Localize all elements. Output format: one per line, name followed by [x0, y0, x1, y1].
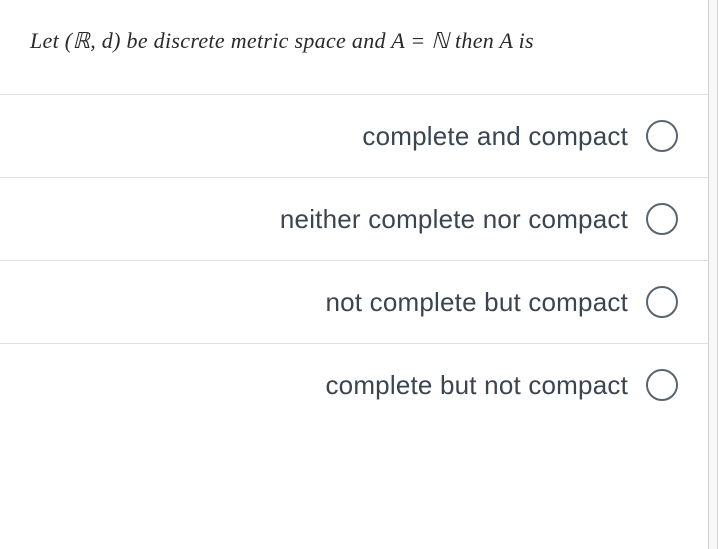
- options-list: complete and compact neither complete no…: [0, 94, 708, 426]
- real-symbol: ℝ: [72, 28, 90, 53]
- quiz-container: Let (ℝ, d) be discrete metric space and …: [0, 0, 718, 549]
- question-mid1: , d) be discrete metric space and A =: [90, 28, 431, 53]
- radio-icon[interactable]: [646, 203, 678, 235]
- question-suffix: then A is: [449, 28, 534, 53]
- option-row[interactable]: complete but not compact: [0, 343, 708, 426]
- option-row[interactable]: complete and compact: [0, 94, 708, 177]
- option-label: complete but not compact: [325, 370, 628, 401]
- option-row[interactable]: not complete but compact: [0, 260, 708, 343]
- natural-symbol: ℕ: [431, 28, 449, 53]
- option-row[interactable]: neither complete nor compact: [0, 177, 708, 260]
- radio-icon[interactable]: [646, 286, 678, 318]
- option-label: complete and compact: [362, 121, 628, 152]
- content-area: Let (ℝ, d) be discrete metric space and …: [0, 0, 708, 549]
- radio-icon[interactable]: [646, 369, 678, 401]
- radio-icon[interactable]: [646, 120, 678, 152]
- question-prefix: Let (: [30, 28, 72, 53]
- question-text: Let (ℝ, d) be discrete metric space and …: [0, 0, 708, 94]
- option-label: neither complete nor compact: [280, 204, 628, 235]
- option-label: not complete but compact: [325, 287, 628, 318]
- scrollbar-track[interactable]: [708, 0, 718, 549]
